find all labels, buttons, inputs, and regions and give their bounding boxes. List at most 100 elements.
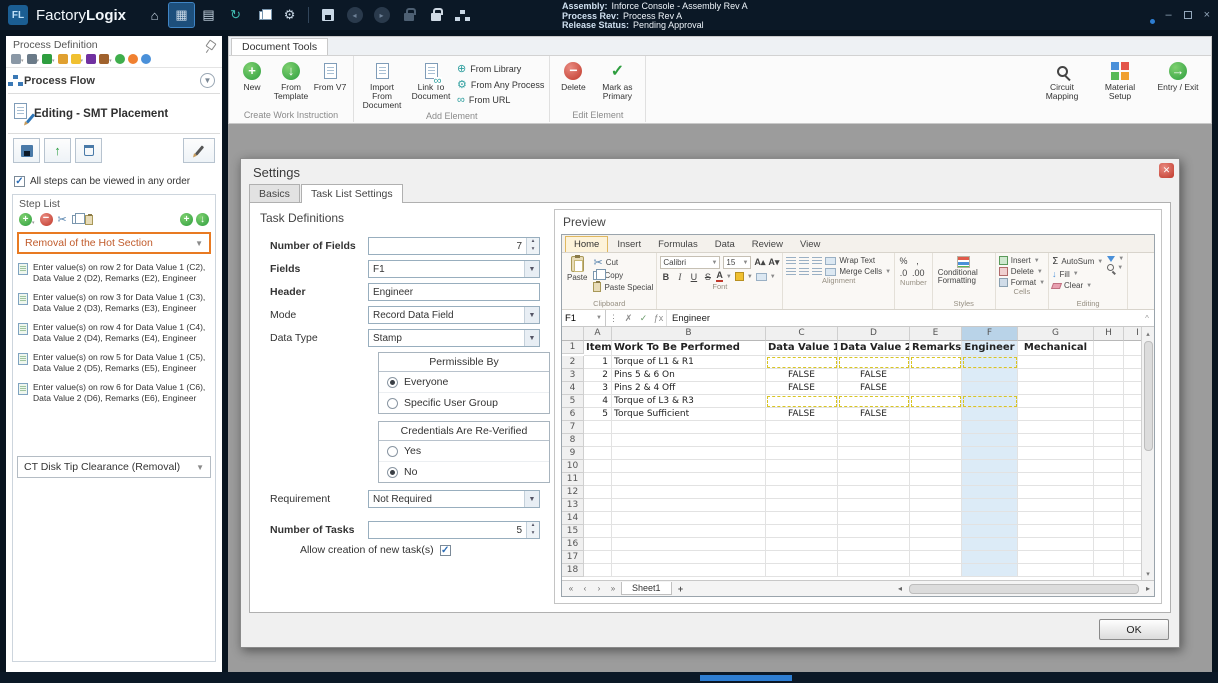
cell-D6[interactable]: FALSE	[838, 408, 910, 421]
cell-B13[interactable]	[612, 499, 766, 512]
cell-I3[interactable]	[1124, 369, 1141, 382]
cut-button[interactable]: ✂ Cut	[593, 256, 653, 269]
fields-select[interactable]: F1 ▼	[368, 260, 540, 278]
column-header-A[interactable]: A	[584, 327, 612, 341]
underline-button[interactable]: U	[688, 272, 699, 282]
cell-A13[interactable]	[584, 499, 612, 512]
cell-E2[interactable]	[910, 356, 962, 369]
next-sheet-icon[interactable]: ›	[593, 584, 605, 593]
tab-basics[interactable]: Basics	[249, 184, 300, 203]
increase-decimal-button[interactable]: .0	[898, 268, 909, 278]
borders-button[interactable]	[755, 272, 767, 281]
chevron-down-icon[interactable]: ▼	[524, 307, 539, 323]
spinner-arrows-icon[interactable]: ▴ ▾	[526, 238, 539, 254]
number-of-fields-stepper[interactable]: 7 ▴ ▾	[368, 237, 540, 255]
cell-F2[interactable]	[962, 356, 1018, 369]
cell-C15[interactable]	[766, 525, 838, 538]
cell-H6[interactable]	[1094, 408, 1124, 421]
align-left-icon[interactable]	[786, 267, 797, 276]
cell-D3[interactable]: FALSE	[838, 369, 910, 382]
cell-F10[interactable]	[962, 460, 1018, 473]
save-step-button[interactable]	[13, 138, 40, 163]
cell-F18[interactable]	[962, 564, 1018, 577]
paste-button[interactable]: Paste	[565, 254, 589, 299]
routing-flow-icon[interactable]	[450, 3, 475, 27]
data-type-select[interactable]: Stamp ▼	[368, 329, 540, 347]
tab-document-tools[interactable]: Document Tools	[231, 38, 329, 55]
insert-cells-button[interactable]: Insert ▼	[998, 256, 1045, 265]
cell-C14[interactable]	[766, 512, 838, 525]
cell-B4[interactable]: Pins 2 & 4 Off	[612, 382, 766, 395]
cell-G10[interactable]	[1018, 460, 1094, 473]
status-orange-icon[interactable]	[127, 54, 138, 64]
cell-I9[interactable]	[1124, 447, 1141, 460]
row-header-15[interactable]: 15	[562, 525, 584, 538]
radio-everyone[interactable]: Everyone	[379, 372, 549, 393]
cell-B5[interactable]: Torque of L3 & R3	[612, 395, 766, 408]
cell-E10[interactable]	[910, 460, 962, 473]
strikethrough-button[interactable]: S	[702, 272, 713, 282]
cell-B11[interactable]	[612, 473, 766, 486]
scroll-up-icon[interactable]: ▴	[1146, 327, 1150, 340]
number-of-tasks-stepper[interactable]: 5 ▴ ▾	[368, 521, 540, 539]
cell-A14[interactable]	[584, 512, 612, 525]
step-list-item[interactable]: Enter value(s) on row 2 for Data Value 1…	[15, 258, 213, 288]
back-icon[interactable]: ◂	[342, 3, 367, 27]
spreadsheet-tab-home[interactable]: Home	[565, 236, 609, 252]
status-green-icon[interactable]	[114, 54, 125, 64]
cell-D15[interactable]	[838, 525, 910, 538]
cell-E14[interactable]	[910, 512, 962, 525]
cell-E6[interactable]	[910, 408, 962, 421]
remove-step-button[interactable]: −	[39, 213, 53, 226]
clear-button[interactable]: Clear ▼	[1050, 281, 1103, 290]
cell-B17[interactable]	[612, 551, 766, 564]
cell-I5[interactable]	[1124, 395, 1141, 408]
cell-C6[interactable]: FALSE	[766, 408, 838, 421]
align-bottom-icon[interactable]	[812, 256, 823, 265]
cell-G13[interactable]	[1018, 499, 1094, 512]
cell-E5[interactable]	[910, 395, 962, 408]
step-list-item[interactable]: Enter value(s) on row 5 for Data Value 1…	[15, 348, 213, 378]
copy-pages-icon[interactable]	[250, 3, 275, 27]
row-header-17[interactable]: 17	[562, 551, 584, 564]
cell-C1[interactable]: Data Value 1	[766, 341, 838, 356]
cell-D2[interactable]	[838, 356, 910, 369]
row-header-18[interactable]: 18	[562, 564, 584, 577]
cell-A16[interactable]	[584, 538, 612, 551]
user-small-icon[interactable]	[57, 54, 68, 64]
delete-button[interactable]: − Delete	[555, 58, 591, 92]
row-header-4[interactable]: 4	[562, 382, 584, 395]
add-step-button[interactable]: + ▾	[19, 213, 35, 226]
pin-icon[interactable]	[205, 39, 217, 51]
cell-D17[interactable]	[838, 551, 910, 564]
from-url-button[interactable]: ∞ From URL	[457, 94, 544, 106]
cell-A7[interactable]	[584, 421, 612, 434]
cell-F5[interactable]	[962, 395, 1018, 408]
mark-as-primary-button[interactable]: ✓ Mark as Primary	[594, 58, 640, 101]
row-header-1[interactable]: 1	[562, 341, 584, 354]
align-middle-icon[interactable]	[799, 256, 810, 265]
font-color-button[interactable]: A	[716, 271, 723, 282]
cell-C13[interactable]	[766, 499, 838, 512]
last-sheet-icon[interactable]: »	[607, 584, 619, 593]
cell-E17[interactable]	[910, 551, 962, 564]
step-list-item[interactable]: Enter value(s) on row 4 for Data Value 1…	[15, 318, 213, 348]
copy-icon[interactable]	[71, 213, 85, 224]
cell-E4[interactable]	[910, 382, 962, 395]
shrink-font-button[interactable]: A▾	[768, 257, 779, 268]
cell-G7[interactable]	[1018, 421, 1094, 434]
spreadsheet-tab-review[interactable]: Review	[744, 237, 791, 252]
row-header-13[interactable]: 13	[562, 499, 584, 512]
align-center-icon[interactable]	[799, 267, 810, 276]
document-list-icon[interactable]: ▤	[196, 3, 221, 27]
wrap-text-icon[interactable]	[825, 256, 837, 265]
cell-G15[interactable]	[1018, 525, 1094, 538]
cell-H14[interactable]	[1094, 512, 1124, 525]
minimize-button[interactable]: –	[1165, 9, 1171, 21]
cell-I8[interactable]	[1124, 434, 1141, 447]
column-header-F[interactable]: F	[962, 327, 1018, 341]
cut-icon[interactable]: ✂	[58, 213, 67, 226]
cell-I4[interactable]	[1124, 382, 1141, 395]
cell-C4[interactable]: FALSE	[766, 382, 838, 395]
cell-C17[interactable]	[766, 551, 838, 564]
